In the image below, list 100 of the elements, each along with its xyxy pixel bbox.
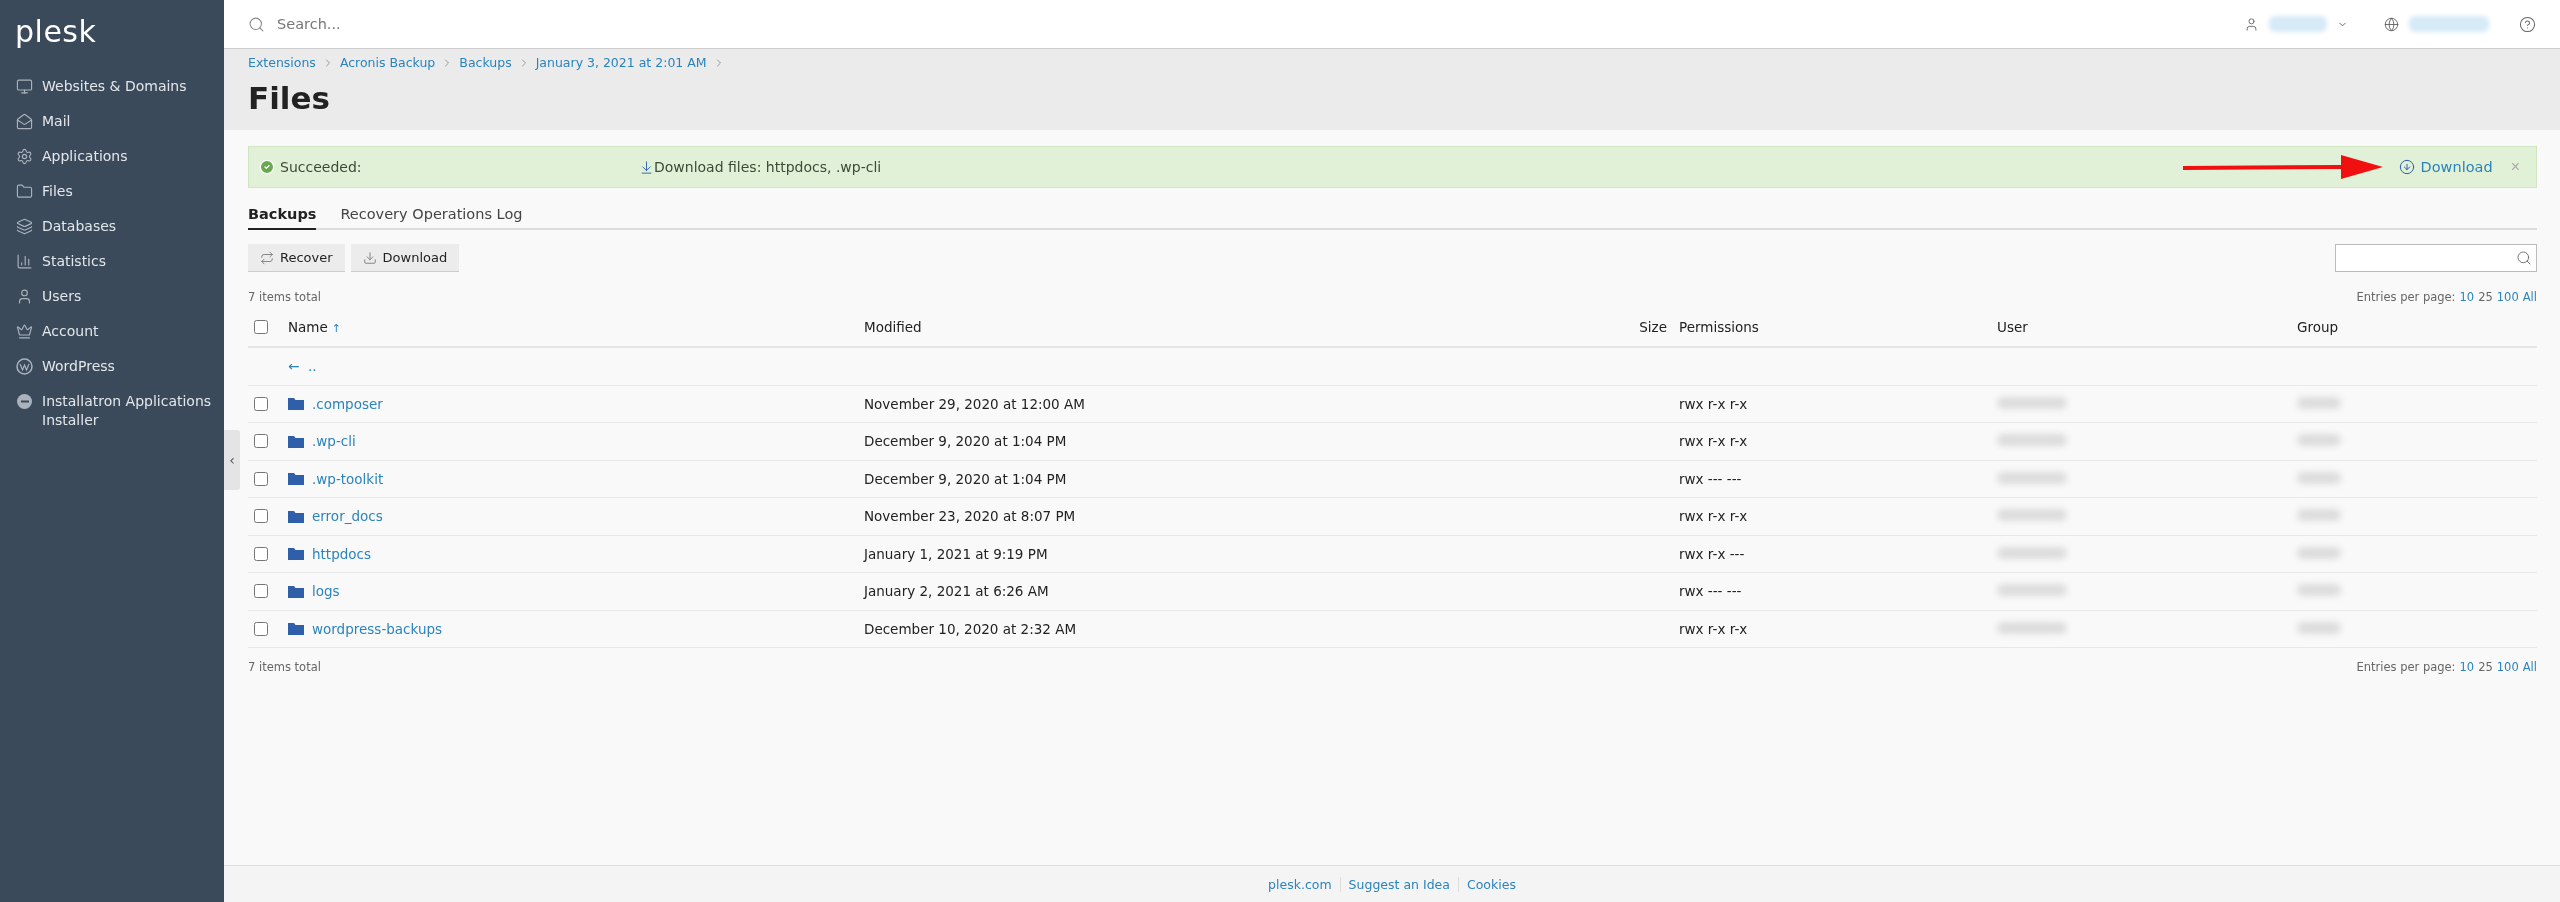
breadcrumb-link[interactable]: January 3, 2021 at 2:01 AM <box>535 55 707 70</box>
nav-item[interactable]: Databases <box>0 209 224 244</box>
folder-link[interactable]: .wp-cli <box>312 433 356 450</box>
select-all-checkbox[interactable] <box>254 320 268 334</box>
nav-item[interactable]: Installatron Applications Installer <box>0 384 224 438</box>
table-cell-text: rwx r-x r-x <box>1678 395 1749 412</box>
footer-link[interactable]: plesk.com <box>1260 876 1340 892</box>
footer-link[interactable]: Cookies <box>1457 876 1524 892</box>
column-header[interactable]: User <box>1997 319 2297 335</box>
layers-icon <box>16 218 33 235</box>
column-header[interactable]: Permissions <box>1667 319 1997 335</box>
footer-link[interactable]: Suggest an Idea <box>1339 876 1458 892</box>
blurred-text <box>1997 621 2067 634</box>
table-cell-text: rwx --- --- <box>1678 583 1743 600</box>
folder-link[interactable]: httpdocs <box>312 545 371 562</box>
user-icon <box>16 288 33 305</box>
row-checkbox[interactable] <box>254 434 268 449</box>
blurred-text <box>2297 546 2341 559</box>
nav-item[interactable]: Applications <box>0 139 224 174</box>
folder-icon <box>288 547 304 561</box>
row-checkbox[interactable] <box>254 396 268 411</box>
table-cell-text: January 2, 2021 at 6:26 AM <box>864 583 1050 600</box>
parent-folder-link[interactable]: ← .. <box>288 358 317 375</box>
page-size-option[interactable]: All <box>2522 290 2537 304</box>
folder-icon <box>288 622 304 636</box>
folder-link[interactable]: .wp-toolkit <box>312 470 384 487</box>
globe-icon[interactable] <box>2384 16 2399 32</box>
blurred-text <box>1997 584 2067 597</box>
collapse-handle[interactable]: ‹ <box>224 430 240 490</box>
message-text: Download files: httpdocs, .wp-cli <box>654 159 882 175</box>
page-title: Files <box>248 80 331 116</box>
download-circle-icon <box>2398 159 2415 175</box>
table-cell-text: rwx r-x r-x <box>1678 508 1749 525</box>
nav-item[interactable]: WordPress <box>0 349 224 384</box>
page-size-option[interactable]: 10 <box>2459 660 2475 674</box>
blurred-text <box>2297 471 2341 484</box>
nav-item[interactable]: Statistics <box>0 244 224 279</box>
folder-icon <box>288 434 304 448</box>
blurred-text <box>2297 434 2341 447</box>
help-icon[interactable] <box>2519 15 2536 33</box>
crown-icon <box>16 323 33 340</box>
circle-w-icon <box>16 358 33 375</box>
nav-item[interactable]: Users <box>0 279 224 314</box>
column-header[interactable]: Name ↑ <box>288 319 864 335</box>
download-button[interactable]: Download <box>350 244 460 272</box>
page-size-option[interactable]: 25 <box>2478 290 2493 304</box>
row-checkbox[interactable] <box>254 509 268 524</box>
blurred-text <box>2297 396 2341 409</box>
items-total: 7 items total <box>248 290 321 304</box>
folder-icon <box>288 509 304 523</box>
search-field[interactable]: Search... <box>275 15 679 33</box>
logo[interactable]: plesk <box>0 14 224 69</box>
page-size-option[interactable]: 100 <box>2496 660 2519 674</box>
page-size-option[interactable]: All <box>2522 660 2537 674</box>
table-cell-text: rwx --- --- <box>1678 470 1743 487</box>
row-checkbox[interactable] <box>254 471 268 486</box>
page-size-option[interactable]: 10 <box>2459 290 2475 304</box>
table-cell-text: rwx r-x r-x <box>1678 433 1749 450</box>
entries-label: Entries per page: <box>2356 660 2456 674</box>
status-text: Succeeded: <box>280 159 362 175</box>
nav-item[interactable]: Account <box>0 314 224 349</box>
download-link[interactable]: Download <box>2398 159 2493 175</box>
table-cell-text: December 9, 2020 at 1:04 PM <box>864 470 1068 487</box>
row-checkbox[interactable] <box>254 621 268 636</box>
table-cell-text: January 1, 2021 at 9:19 PM <box>864 545 1049 562</box>
page-size-option[interactable]: 100 <box>2496 290 2519 304</box>
column-header[interactable]: Group <box>2297 319 2537 335</box>
folder-link[interactable]: .composer <box>312 395 383 412</box>
download-icon <box>639 159 654 175</box>
items-total: 7 items total <box>248 660 321 674</box>
table-cell-text: rwx r-x --- <box>1678 545 1746 562</box>
row-checkbox[interactable] <box>254 546 268 561</box>
breadcrumb-link[interactable]: Extensions <box>248 55 316 70</box>
gear-icon <box>16 148 33 165</box>
folder-icon <box>16 183 33 200</box>
nav-item[interactable]: Files <box>0 174 224 209</box>
row-checkbox[interactable] <box>254 584 268 599</box>
nav-item[interactable]: Websites & Domains <box>0 69 224 104</box>
download-icon <box>362 250 377 265</box>
folder-link[interactable]: wordpress-backups <box>312 620 443 637</box>
column-header[interactable]: Size <box>1607 319 1667 335</box>
blurred-text <box>1997 471 2067 484</box>
folder-link[interactable]: logs <box>312 583 340 600</box>
table-cell-text: November 29, 2020 at 12:00 AM <box>864 395 1086 412</box>
blurred-text <box>1997 546 2067 559</box>
breadcrumb-link[interactable]: Acronis Backup <box>339 55 436 70</box>
column-header[interactable]: Modified <box>864 319 1607 335</box>
user-icon[interactable] <box>2244 16 2259 32</box>
tab[interactable]: Backups <box>248 202 317 230</box>
table-cell-text: December 9, 2020 at 1:04 PM <box>864 433 1068 450</box>
monitor-icon <box>16 78 33 95</box>
blurred-text <box>2269 16 2327 32</box>
folder-icon <box>288 397 304 411</box>
tab[interactable]: Recovery Operations Log <box>340 202 523 230</box>
folder-link[interactable]: error_docs <box>312 508 383 525</box>
page-size-option[interactable]: 25 <box>2478 660 2493 674</box>
recover-button[interactable]: Recover <box>248 244 345 272</box>
nav-item[interactable]: Mail <box>0 104 224 139</box>
search-field[interactable] <box>2335 244 2537 272</box>
breadcrumb-link[interactable]: Backups <box>459 55 512 70</box>
